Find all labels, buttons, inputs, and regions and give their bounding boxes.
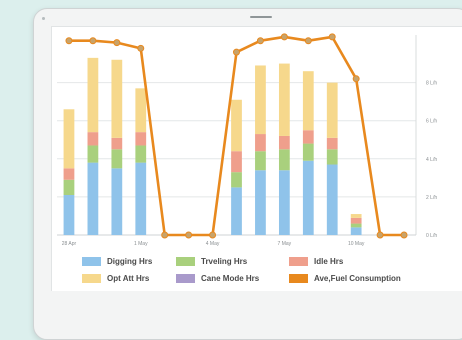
bar-segment-digging-hrs (231, 187, 242, 235)
legend-swatch-idle (289, 257, 308, 266)
fuel-consumption-point (376, 231, 384, 239)
x-tick-label: 1 May (134, 241, 148, 247)
fuel-consumption-point (256, 37, 264, 45)
fuel-consumption-point (304, 37, 312, 45)
legend-item-fuel: Ave,Fuel Consumption (289, 274, 401, 283)
bar-segment-opt-att-hrs (255, 65, 266, 135)
bar-segment-opt-att-hrs (278, 63, 290, 136)
bar-segment-digging-hrs (63, 195, 75, 235)
legend-swatch-traveling (176, 257, 195, 266)
legend-label-idle: Idle Hrs (314, 257, 344, 266)
x-tick-label: 7 May (278, 241, 292, 247)
fuel-consumption-point (113, 39, 121, 47)
bar-segment-opt-att-hrs (87, 57, 99, 133)
x-tick-label: 28 Apr (62, 241, 77, 247)
fuel-consumption-point (280, 33, 288, 41)
legend-label-traveling: Trveling Hrs (201, 257, 248, 266)
bar-segment-trveling-hrs (135, 145, 147, 163)
bar-segment-idle-hrs (111, 137, 123, 150)
bar-segment-opt-att-hrs (135, 88, 147, 133)
legend-label-opt-att: Opt Att Hrs (107, 274, 150, 283)
bar-segment-trveling-hrs (87, 145, 99, 163)
bar-segment-idle-hrs (63, 168, 75, 180)
legend-item-idle: Idle Hrs (289, 257, 343, 266)
bar-segment-opt-att-hrs (326, 82, 338, 138)
y-tick-label: 2 L/h (426, 195, 437, 201)
fuel-consumption-point (185, 231, 193, 239)
bar-segment-idle-hrs (87, 132, 99, 146)
chart-screen: 0 L/h 2 L/h 4 L/h 6 L/h 8 L/h 28 Apr 1 May 4 Ma… (51, 26, 462, 291)
x-tick-label: 10 May (348, 241, 365, 247)
fuel-consumption-point (89, 37, 97, 45)
fuel-consumption-point (137, 44, 145, 52)
bar-segment-digging-hrs (111, 168, 123, 235)
fuel-consumption-point (209, 231, 217, 239)
y-tick-label: 4 L/h (426, 157, 437, 163)
bar-segment-opt-att-hrs (111, 59, 123, 138)
legend-label-fuel: Ave,Fuel Consumption (314, 274, 401, 283)
device-top-slot (250, 16, 272, 18)
bar-segment-trveling-hrs (278, 149, 290, 171)
bar-segment-opt-att-hrs (231, 99, 242, 152)
bar-segment-digging-hrs (87, 162, 99, 235)
bar-segment-idle-hrs (350, 217, 362, 224)
bar-segment-digging-hrs (302, 160, 314, 235)
bar-segment-digging-hrs (278, 170, 290, 235)
fuel-consumption-point (352, 75, 360, 83)
bar-segment-opt-att-hrs (302, 71, 314, 131)
device-camera-dot (42, 17, 45, 20)
fuel-usage-chart: 0 L/h 2 L/h 4 L/h 6 L/h 8 L/h 28 Apr 1 May 4 Ma… (57, 33, 437, 247)
y-tick-label: 6 L/h (426, 119, 437, 125)
legend-item-opt-att: Opt Att Hrs (82, 274, 149, 283)
bar-segment-trveling-hrs (231, 172, 242, 188)
bar-segment-digging-hrs (350, 227, 362, 235)
fuel-consumption-point (161, 231, 169, 239)
legend-label-cane-mode: Cane Mode Hrs (201, 274, 260, 283)
fuel-consumption-point (400, 231, 408, 239)
bar-segment-digging-hrs (255, 170, 266, 235)
legend-item-digging: Digging Hrs (82, 257, 152, 266)
bar-segment-idle-hrs (278, 135, 290, 150)
legend-swatch-fuel (289, 274, 308, 283)
legend-item-cane-mode: Cane Mode Hrs (176, 274, 259, 283)
legend-swatch-digging (82, 257, 101, 266)
fuel-consumption-point (328, 33, 336, 41)
bar-segment-digging-hrs (135, 162, 147, 235)
bar-segment-trveling-hrs (350, 223, 362, 228)
bar-segment-trveling-hrs (255, 151, 266, 171)
legend-label-digging: Digging Hrs (107, 257, 153, 266)
bar-segment-trveling-hrs (302, 143, 314, 161)
y-tick-label: 0 L/h (426, 233, 437, 239)
bar-segment-opt-att-hrs (63, 109, 75, 169)
bar-segment-idle-hrs (302, 130, 314, 144)
bar-segment-idle-hrs (135, 132, 147, 146)
fuel-consumption-point (233, 48, 240, 56)
bar-segment-trveling-hrs (326, 149, 338, 165)
bar-segment-trveling-hrs (111, 149, 123, 169)
bar-segment-opt-att-hrs (350, 214, 362, 218)
bar-segment-trveling-hrs (63, 179, 75, 195)
x-tick-label: 4 May (206, 241, 220, 247)
fuel-consumption-point (65, 37, 73, 45)
legend-item-traveling: Trveling Hrs (176, 257, 247, 266)
bar-segment-idle-hrs (326, 137, 338, 150)
y-tick-label: 8 L/h (426, 81, 437, 87)
legend-swatch-opt-att (82, 274, 101, 283)
bar-segment-idle-hrs (231, 151, 242, 173)
bar-segment-digging-hrs (326, 164, 338, 235)
bar-segment-idle-hrs (255, 134, 266, 152)
legend-swatch-cane-mode (176, 274, 195, 283)
